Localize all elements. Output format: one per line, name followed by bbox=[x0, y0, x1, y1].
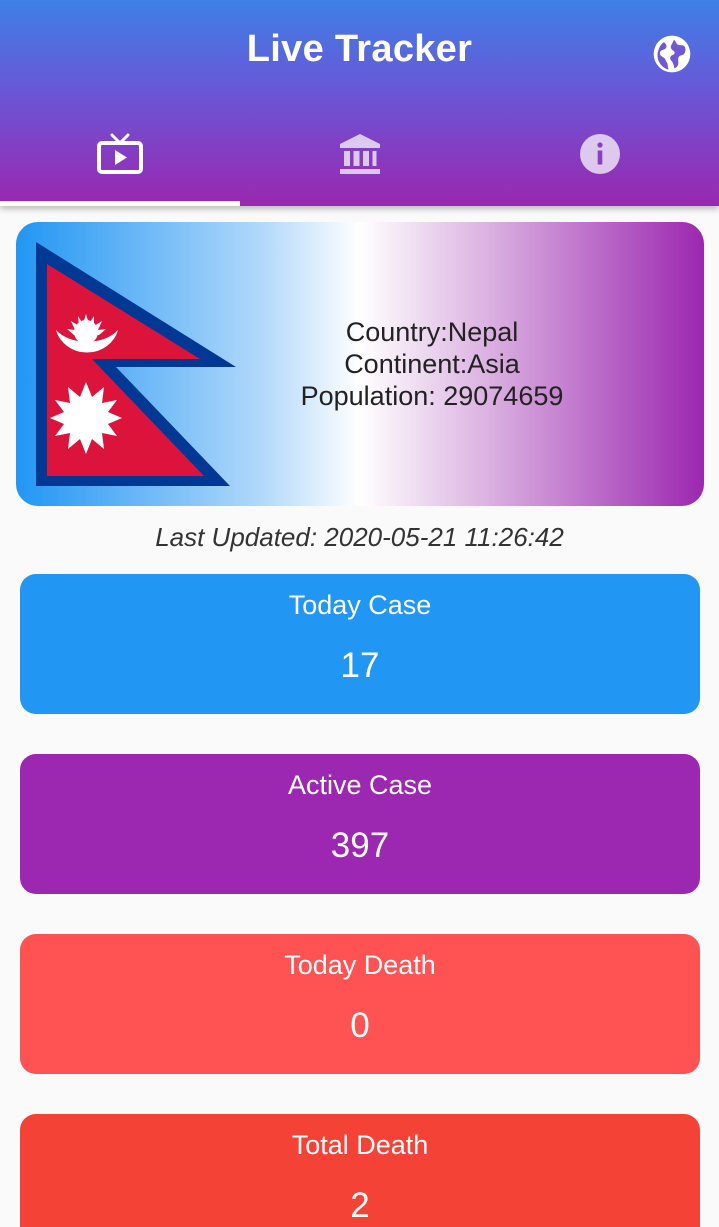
continent-name: Continent:Asia bbox=[344, 349, 520, 379]
stat-value: 17 bbox=[340, 646, 380, 685]
stat-label: Today Case bbox=[288, 590, 432, 620]
info-icon bbox=[578, 132, 622, 176]
nepal-flag-icon bbox=[36, 242, 238, 488]
stat-label: Today Death bbox=[284, 950, 436, 980]
stat-label: Total Death bbox=[291, 1130, 429, 1160]
stat-card-today-case: Today Case 17 bbox=[20, 574, 700, 714]
stat-value: 0 bbox=[350, 1006, 370, 1045]
app-title: Live Tracker bbox=[246, 28, 473, 70]
last-updated: Last Updated: 2020-05-21 11:26:42 bbox=[155, 522, 564, 552]
country-info: Country:Nepal Continent:Asia Population:… bbox=[256, 316, 608, 412]
population: Population: 29074659 bbox=[300, 381, 564, 411]
app-bar: Live Tracker bbox=[0, 0, 719, 206]
tv-icon bbox=[96, 132, 144, 176]
stat-value: 397 bbox=[330, 826, 390, 865]
tab-indicator bbox=[0, 201, 240, 206]
country-card: Country:Nepal Continent:Asia Population:… bbox=[16, 222, 704, 506]
bank-icon bbox=[338, 132, 382, 176]
stat-value: 2 bbox=[350, 1186, 370, 1225]
stat-card-total-death: Total Death 2 bbox=[20, 1114, 700, 1227]
country-name: Country:Nepal bbox=[345, 317, 519, 347]
tab-institutions[interactable] bbox=[240, 120, 480, 206]
globe-icon[interactable] bbox=[650, 32, 694, 76]
stat-label: Active Case bbox=[287, 770, 433, 800]
stat-card-active-case: Active Case 397 bbox=[20, 754, 700, 894]
tab-info[interactable] bbox=[480, 120, 719, 206]
stat-card-today-death: Today Death 0 bbox=[20, 934, 700, 1074]
tab-live[interactable] bbox=[0, 120, 240, 206]
